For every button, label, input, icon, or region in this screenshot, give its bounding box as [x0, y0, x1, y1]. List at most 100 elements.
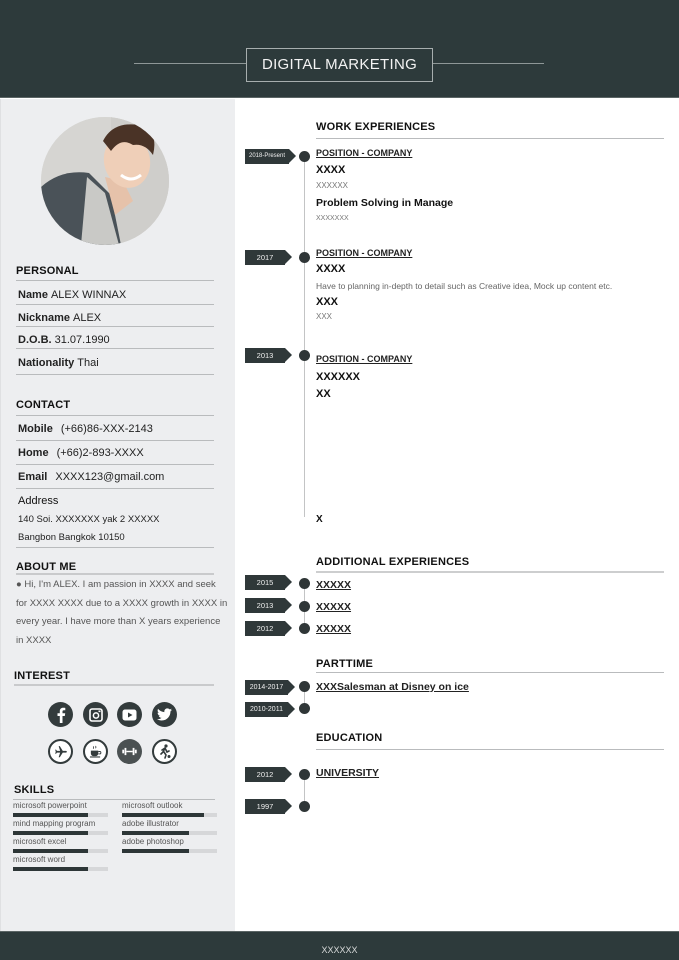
period-tag: 2017: [245, 250, 292, 265]
position-company-link[interactable]: POSITION - COMPANY: [316, 248, 412, 258]
youtube-icon[interactable]: [117, 702, 142, 727]
header-rule-right: [433, 63, 544, 64]
mobile-field: Mobile (+66)86-XXX-2143: [18, 423, 153, 435]
divider: [16, 440, 214, 441]
nickname-field: Nickname ALEX: [18, 312, 101, 324]
timeline-dot: [299, 578, 310, 589]
footer-text: XXXXXX: [321, 945, 358, 955]
field-value[interactable]: (+66)2-893-XXXX: [57, 447, 144, 459]
divider: [16, 573, 214, 575]
field-value: 31.07.1990: [54, 334, 110, 346]
skill-item: microsoft excel: [13, 837, 108, 853]
period-tag: 2010-2011: [245, 702, 295, 717]
additional-experiences-heading: ADDITIONAL EXPERIENCES: [316, 556, 470, 568]
period-tag: 2014-2017: [245, 680, 295, 695]
skills-heading: SKILLS: [14, 784, 55, 796]
field-value[interactable]: XXXX123@gmail.com: [55, 471, 164, 483]
divider: [16, 374, 214, 375]
skill-bar: [122, 849, 217, 853]
nationality-field: Nationality Thai: [18, 357, 99, 369]
coffee-icon[interactable]: [83, 739, 108, 764]
divider: [316, 672, 664, 673]
skill-name: adobe photoshop: [122, 837, 184, 846]
timeline-dot: [299, 769, 310, 780]
skill-bar-fill: [122, 813, 204, 817]
skill-name: microsoft outlook: [122, 801, 183, 810]
role-detail: XXXXXX: [316, 181, 349, 190]
skill-item: microsoft outlook: [122, 801, 217, 817]
timeline-dot: [299, 681, 310, 692]
skill-bar-fill: [13, 831, 89, 835]
field-label: Mobile: [18, 423, 53, 435]
divider: [13, 799, 215, 800]
parttime-item-link[interactable]: XXXSalesman at Disney on ice: [316, 681, 469, 693]
divider: [16, 547, 214, 548]
twitter-icon[interactable]: [152, 702, 177, 727]
additional-item-link[interactable]: XXXXX: [316, 623, 351, 635]
role-title: XXXXXX: [316, 371, 361, 383]
facebook-icon[interactable]: [48, 702, 73, 727]
skill-bar: [122, 831, 217, 835]
header-rule-left: [134, 63, 247, 64]
skill-item: microsoft powerpoint: [13, 801, 108, 817]
divider: [316, 749, 664, 750]
period-tag: 2012: [245, 621, 292, 636]
period-tag: 2015: [245, 575, 292, 590]
interest-heading: INTEREST: [14, 670, 70, 682]
timeline-dot: [299, 703, 310, 714]
period-tag: 2018-Present: [245, 149, 296, 164]
header-banner: DIGITAL MARKETING: [0, 0, 679, 98]
skill-name: microsoft word: [13, 855, 66, 864]
divider: [16, 280, 214, 281]
skill-bar: [13, 849, 108, 853]
period-tag: 2013: [245, 598, 292, 613]
field-label: Nationality: [18, 357, 75, 369]
personal-heading: PERSONAL: [16, 265, 79, 277]
position-company-link[interactable]: POSITION - COMPANY: [316, 354, 412, 364]
role-detail: Have to planning in-depth to detail such…: [316, 281, 613, 291]
divider: [14, 684, 214, 686]
timeline-dot: [299, 151, 310, 162]
additional-item-link[interactable]: XXXXX: [316, 579, 351, 591]
field-label: D.O.B.: [18, 334, 52, 346]
period-tag: 2012: [245, 767, 292, 782]
address-line: 140 Soi. XXXXXXX yak 2 XXXXX: [18, 514, 160, 525]
skill-name: microsoft excel: [13, 837, 67, 846]
position-company-link[interactable]: POSITION - COMPANY: [316, 148, 412, 158]
field-label: Email: [18, 471, 48, 483]
name-field: Name ALEX WINNAX: [18, 289, 126, 301]
footer-banner: XXXXXX: [0, 931, 679, 960]
skill-item: adobe illustrator: [122, 819, 217, 835]
about-heading: ABOUT ME: [16, 561, 77, 573]
divider: [16, 326, 214, 327]
parttime-heading: PARTTIME: [316, 658, 374, 670]
skill-bar-fill: [122, 831, 189, 835]
work-timeline-line: [304, 157, 305, 517]
period-tag: 1997: [245, 799, 292, 814]
divider: [16, 415, 214, 416]
airplane-icon[interactable]: [48, 739, 73, 764]
additional-item-link[interactable]: XXXXX: [316, 601, 351, 613]
field-value[interactable]: (+66)86-XXX-2143: [61, 423, 153, 435]
divider: [16, 304, 214, 305]
education-item-link[interactable]: UNIVERSITY: [316, 767, 379, 779]
dumbbell-icon[interactable]: [117, 739, 142, 764]
football-icon[interactable]: [152, 739, 177, 764]
job-title: DIGITAL MARKETING: [246, 48, 433, 82]
field-label: Name: [18, 289, 48, 301]
role-detail: XX: [316, 388, 331, 400]
timeline-dot: [299, 252, 310, 263]
instagram-icon[interactable]: [83, 702, 108, 727]
role-subdetail: XXX: [316, 312, 333, 321]
skill-bar: [13, 813, 108, 817]
profile-photo: [41, 117, 169, 245]
role-title: XXXX: [316, 263, 346, 275]
period-tag: 2013: [245, 348, 292, 363]
field-value: ALEX WINNAX: [50, 289, 127, 301]
timeline-dot: [299, 623, 310, 634]
role-subtitle: XXX: [316, 296, 339, 308]
field-value: ALEX: [72, 312, 102, 324]
divider: [16, 488, 214, 489]
timeline-dot: [299, 601, 310, 612]
divider: [16, 464, 214, 465]
